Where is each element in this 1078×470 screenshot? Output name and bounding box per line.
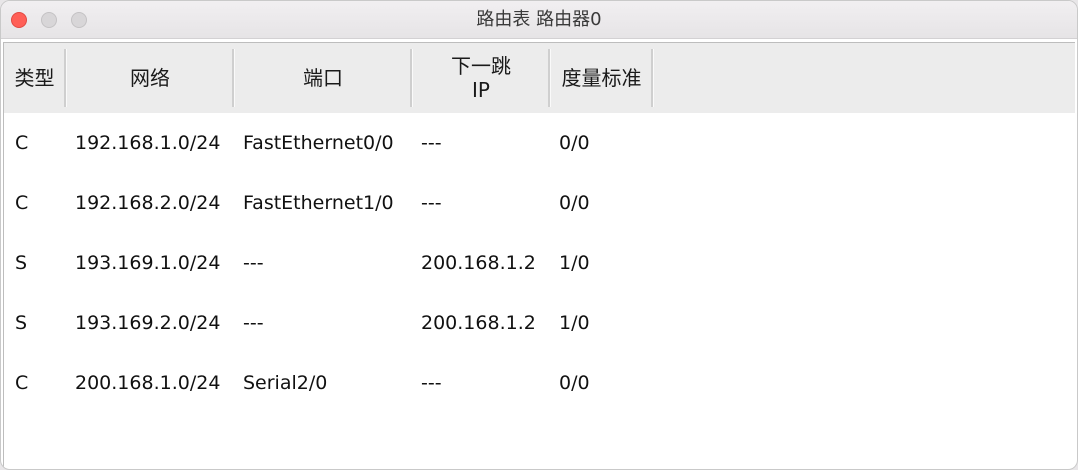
column-header-type[interactable]: 类型 [4,43,65,113]
cell-network: 192.168.2.0/24 [75,192,221,214]
table-header: 类型 网络 端口 下一跳 IP 度量标准 [4,43,1075,113]
cell-metric: 1/0 [559,252,590,274]
cell-type: S [15,252,28,274]
table-row[interactable]: C 192.168.2.0/24 FastEthernet1/0 --- 0/0 [4,173,1075,233]
column-header-port[interactable]: 端口 [235,43,411,113]
routing-table-window: 路由表 路由器0 类型 网络 端口 下一跳 IP 度量标准 C 192.168.… [0,0,1078,470]
cell-next-hop: --- [421,372,442,394]
cell-type: C [15,132,29,154]
table-row[interactable]: C 192.168.1.0/24 FastEthernet0/0 --- 0/0 [4,113,1075,173]
cell-network: 192.168.1.0/24 [75,132,221,154]
column-header-network[interactable]: 网络 [67,43,233,113]
cell-port: FastEthernet0/0 [243,132,394,154]
cell-metric: 0/0 [559,132,590,154]
cell-network: 200.168.1.0/24 [75,372,221,394]
cell-port: Serial2/0 [243,372,328,394]
cell-port: --- [243,252,264,274]
cell-next-hop: --- [421,132,442,154]
window-title: 路由表 路由器0 [476,9,602,30]
cell-type: C [15,372,29,394]
cell-type: C [15,192,29,214]
column-header-next-hop[interactable]: 下一跳 IP [413,43,549,113]
title-bar[interactable]: 路由表 路由器0 [1,1,1077,39]
cell-metric: 0/0 [559,372,590,394]
cell-type: S [15,312,28,334]
cell-metric: 1/0 [559,312,590,334]
cell-next-hop: 200.168.1.2 [421,312,536,334]
cell-next-hop: 200.168.1.2 [421,252,536,274]
column-header-metric[interactable]: 度量标准 [551,43,652,113]
cell-metric: 0/0 [559,192,590,214]
cell-next-hop: --- [421,192,442,214]
cell-port: --- [243,312,264,334]
table-row[interactable]: C 200.168.1.0/24 Serial2/0 --- 0/0 [4,353,1075,413]
cell-port: FastEthernet1/0 [243,192,394,214]
cell-network: 193.169.1.0/24 [75,252,221,274]
column-divider[interactable] [651,49,654,107]
cell-network: 193.169.2.0/24 [75,312,221,334]
table-row[interactable]: S 193.169.2.0/24 --- 200.168.1.2 1/0 [4,293,1075,353]
table-row[interactable]: S 193.169.1.0/24 --- 200.168.1.2 1/0 [4,233,1075,293]
routing-table: 类型 网络 端口 下一跳 IP 度量标准 C 192.168.1.0/24 Fa… [3,42,1075,468]
